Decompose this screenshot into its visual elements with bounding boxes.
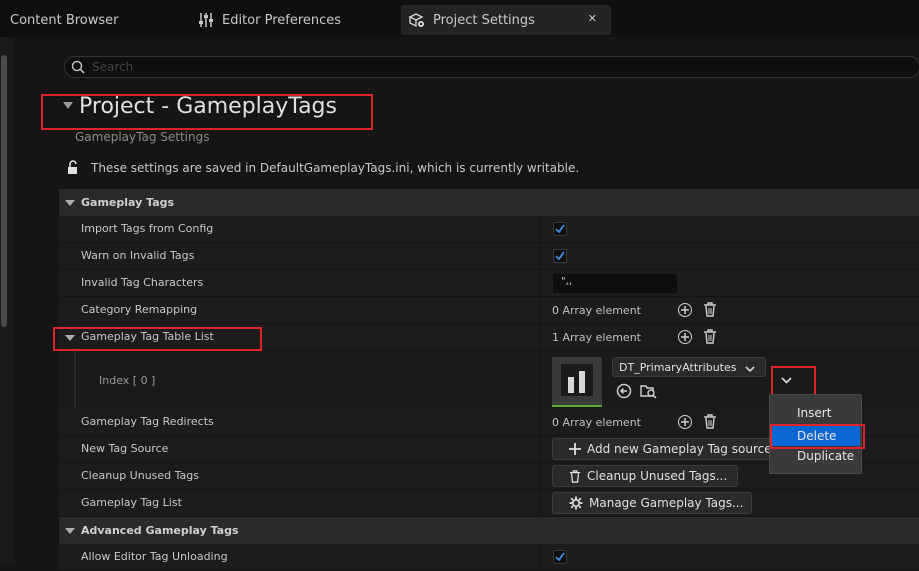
button-label: Manage Gameplay Tags... — [589, 496, 744, 510]
row-label: New Tag Source — [81, 442, 169, 455]
section-gameplay-tags[interactable]: Gameplay Tags — [59, 189, 919, 216]
array-count: 0 Array element — [552, 416, 641, 429]
plus-icon — [569, 443, 581, 455]
asset-thumbnail[interactable] — [552, 357, 602, 407]
trash-icon — [569, 469, 581, 483]
chevron-down-icon — [745, 363, 755, 376]
checkmark-icon — [555, 552, 565, 562]
divider — [539, 243, 540, 269]
indent-guide — [74, 351, 76, 409]
menu-item-label: Duplicate — [797, 449, 855, 463]
row-label: Cleanup Unused Tags — [81, 469, 199, 482]
chevron-down-icon — [65, 528, 75, 534]
asset-picker-dropdown[interactable]: DT_PrimaryAttributes — [612, 357, 766, 377]
unlock-icon — [66, 160, 80, 178]
highlight-box-table-list — [53, 327, 262, 351]
row-label: Category Remapping — [81, 303, 198, 316]
row-invalid-chars: Invalid Tag Characters ",, — [59, 270, 919, 297]
tab-label: Content Browser — [10, 12, 119, 28]
tab-content-browser[interactable]: Content Browser — [0, 5, 180, 35]
menu-item-duplicate[interactable]: Duplicate — [772, 446, 860, 466]
divider — [539, 297, 540, 323]
use-selected-arrow-icon[interactable] — [616, 383, 632, 402]
asset-name: DT_PrimaryAttributes — [619, 361, 737, 374]
divider — [539, 463, 540, 489]
allow-unloading-checkbox[interactable] — [553, 550, 567, 564]
section-label: Gameplay Tags — [81, 196, 175, 209]
array-count: 0 Array element — [552, 304, 641, 317]
divider — [539, 351, 540, 409]
button-label: Add new Gameplay Tag source... — [587, 442, 777, 456]
search-placeholder: Search — [92, 60, 134, 74]
section-advanced-gameplay-tags[interactable]: Advanced Gameplay Tags — [59, 517, 919, 544]
data-table-icon — [561, 364, 593, 396]
row-tag-list: Gameplay Tag List Manage Gameplay Tags..… — [59, 490, 919, 517]
sliders-icon — [198, 12, 214, 28]
divider — [539, 324, 540, 350]
row-label: Gameplay Tag List — [81, 496, 182, 509]
highlight-box-chevron — [771, 366, 816, 396]
array-count: 1 Array element — [552, 331, 641, 344]
trash-icon[interactable] — [703, 329, 717, 347]
row-allow-unloading: Allow Editor Tag Unloading — [59, 544, 919, 571]
row-label: Invalid Tag Characters — [81, 276, 204, 289]
field-value: ",, — [561, 276, 572, 287]
settings-cube-icon — [408, 12, 425, 28]
checkmark-icon — [555, 251, 565, 261]
section-label: Advanced Gameplay Tags — [81, 524, 239, 537]
row-category-remapping: Category Remapping 0 Array element — [59, 297, 919, 324]
menu-item-label: Insert — [797, 406, 832, 420]
page-subtitle: GameplayTag Settings — [75, 130, 210, 144]
highlight-box-title — [41, 94, 373, 130]
manage-gameplay-tags-button[interactable]: Manage Gameplay Tags... — [552, 492, 752, 514]
config-notice: These settings are saved in DefaultGamep… — [91, 161, 580, 175]
search-icon — [71, 60, 85, 77]
add-element-icon[interactable] — [678, 330, 692, 344]
row-label: Import Tags from Config — [81, 222, 214, 235]
divider — [539, 490, 540, 516]
checkmark-icon — [555, 224, 565, 234]
tab-bar: Content Browser Editor Preferences Proje… — [0, 0, 919, 37]
add-element-icon[interactable] — [678, 303, 692, 317]
menu-item-insert[interactable]: Insert — [772, 403, 860, 423]
tab-editor-preferences[interactable]: Editor Preferences — [190, 5, 390, 35]
divider — [539, 409, 540, 435]
divider — [539, 436, 540, 462]
trash-icon[interactable] — [703, 302, 717, 320]
highlight-box-delete — [770, 424, 865, 449]
warn-invalid-checkbox[interactable] — [553, 249, 567, 263]
row-warn-invalid: Warn on Invalid Tags — [59, 243, 919, 270]
row-label: Index [ 0 ] — [99, 374, 156, 387]
add-tag-source-button[interactable]: Add new Gameplay Tag source... — [552, 438, 777, 460]
row-label: Gameplay Tag Redirects — [81, 415, 214, 428]
browse-folder-icon[interactable] — [640, 383, 657, 402]
divider — [539, 216, 540, 242]
button-label: Cleanup Unused Tags... — [587, 469, 728, 483]
cleanup-unused-tags-button[interactable]: Cleanup Unused Tags... — [552, 465, 738, 487]
scrollbar-thumb[interactable] — [1, 55, 7, 327]
invalid-chars-field[interactable]: ",, — [553, 274, 677, 293]
add-element-icon[interactable] — [678, 415, 692, 429]
tab-label: Editor Preferences — [222, 12, 342, 28]
import-tags-checkbox[interactable] — [553, 222, 567, 236]
divider — [539, 544, 540, 570]
row-label: Warn on Invalid Tags — [81, 249, 195, 262]
row-label: Allow Editor Tag Unloading — [81, 550, 228, 563]
row-import-tags: Import Tags from Config — [59, 216, 919, 243]
tab-project-settings[interactable]: Project Settings ✕ — [401, 5, 611, 35]
close-icon[interactable]: ✕ — [588, 12, 597, 25]
divider — [539, 270, 540, 296]
chevron-down-icon — [65, 200, 75, 206]
tab-label: Project Settings — [433, 12, 535, 28]
trash-icon[interactable] — [703, 414, 717, 432]
search-input[interactable]: Search — [64, 56, 919, 78]
gear-icon — [569, 496, 583, 510]
